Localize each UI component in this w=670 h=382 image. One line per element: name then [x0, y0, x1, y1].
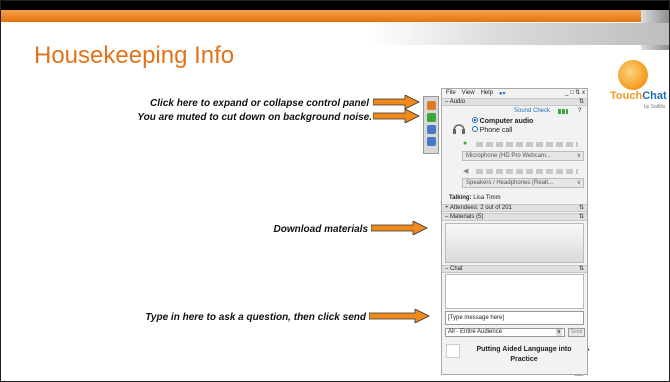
materials-list[interactable]: [445, 223, 584, 263]
radio-selected-icon[interactable]: [472, 117, 478, 123]
callout-question: Type in here to ask a question, then cli…: [145, 312, 366, 323]
radio-unselected-icon[interactable]: [472, 126, 478, 132]
mute-icon[interactable]: [427, 113, 436, 122]
logo-wordmark: TouchChat: [610, 90, 667, 102]
sound-check-link[interactable]: Sound Check: [514, 108, 550, 114]
chevron-down-icon: ∨: [576, 180, 581, 186]
screen-icon[interactable]: [427, 125, 436, 134]
chevron-down-icon: ∨: [555, 329, 562, 336]
status-globe-icon[interactable]: ●▾: [499, 90, 506, 98]
popout-icon[interactable]: ⇅: [579, 99, 584, 106]
slide-title: Housekeeping Info: [34, 42, 235, 69]
orange-accent-band: [1, 10, 641, 22]
user-icon[interactable]: [427, 137, 436, 146]
help-icon[interactable]: ?: [578, 108, 581, 114]
signal-icon: [558, 109, 568, 114]
microphone-icon: ●: [463, 140, 468, 147]
menu-file[interactable]: File: [446, 90, 456, 98]
chevron-down-icon: ∨: [576, 153, 581, 159]
speakers-select[interactable]: Speakers / Headphones (Realt... ∨: [462, 178, 584, 188]
menu-help[interactable]: Help: [481, 90, 493, 98]
arrow-right-icon: [371, 221, 428, 235]
menu-view[interactable]: View: [462, 90, 475, 98]
arrow-right-icon: [373, 95, 420, 109]
chat-log[interactable]: [445, 274, 584, 309]
chat-message-input[interactable]: [Type message here]: [445, 311, 584, 325]
attendees-section-header[interactable]: + Attendees: 2 out of 201 ⇅: [442, 204, 587, 212]
chat-section-header[interactable]: – Chat ⇅: [442, 265, 587, 273]
touchchat-logo: TouchChat by Saltillo: [610, 60, 667, 110]
speaker-icon: ◀: [463, 168, 469, 175]
panel-side-tabs[interactable]: [423, 96, 439, 154]
webinar-thumbnail: [446, 344, 460, 358]
send-button[interactable]: Send: [568, 328, 585, 337]
headset-icon: [453, 124, 465, 134]
arrow-right-icon: [369, 309, 430, 323]
audience-select[interactable]: All - Entire Audience ∨: [445, 328, 565, 337]
band-fade: [371, 23, 669, 45]
logo-subtitle: by Saltillo: [644, 104, 666, 110]
callout-expand: Click here to expand or collapse control…: [150, 98, 369, 109]
arrow-right-icon: [373, 109, 420, 123]
popout-icon[interactable]: ⇅: [579, 214, 584, 221]
speaker-level-meter: [476, 169, 578, 174]
microphone-select[interactable]: Microphone (HD Pro Webcam... ∨: [462, 151, 584, 161]
mic-level-meter: [476, 142, 578, 147]
expand-collapse-icon[interactable]: [427, 101, 436, 110]
control-panel: File View Help ●▾ _ □ ⇅ x – Audio ⇅ Soun…: [441, 88, 588, 375]
materials-section-header[interactable]: – Materials (5) ⇅: [442, 213, 587, 221]
talking-status: Talking: Lisa Timm: [449, 195, 501, 201]
radio-phone-call[interactable]: Phone call: [472, 126, 512, 134]
slide: Housekeeping Info TouchChat by Saltillo …: [0, 0, 670, 382]
window-buttons[interactable]: _ □ ⇅ x: [565, 89, 585, 96]
callout-muted: You are muted to cut down on background …: [137, 112, 372, 123]
audio-section-header[interactable]: – Audio ⇅: [442, 98, 587, 106]
logo-icon: [618, 60, 648, 90]
popout-icon[interactable]: ⇅: [579, 205, 584, 212]
webinar-title: Putting Aided Language into Practice: [476, 346, 572, 363]
callout-download: Download materials: [273, 224, 368, 235]
popout-icon[interactable]: ⇅: [579, 266, 584, 273]
radio-computer-audio[interactable]: Computer audio: [472, 117, 533, 125]
